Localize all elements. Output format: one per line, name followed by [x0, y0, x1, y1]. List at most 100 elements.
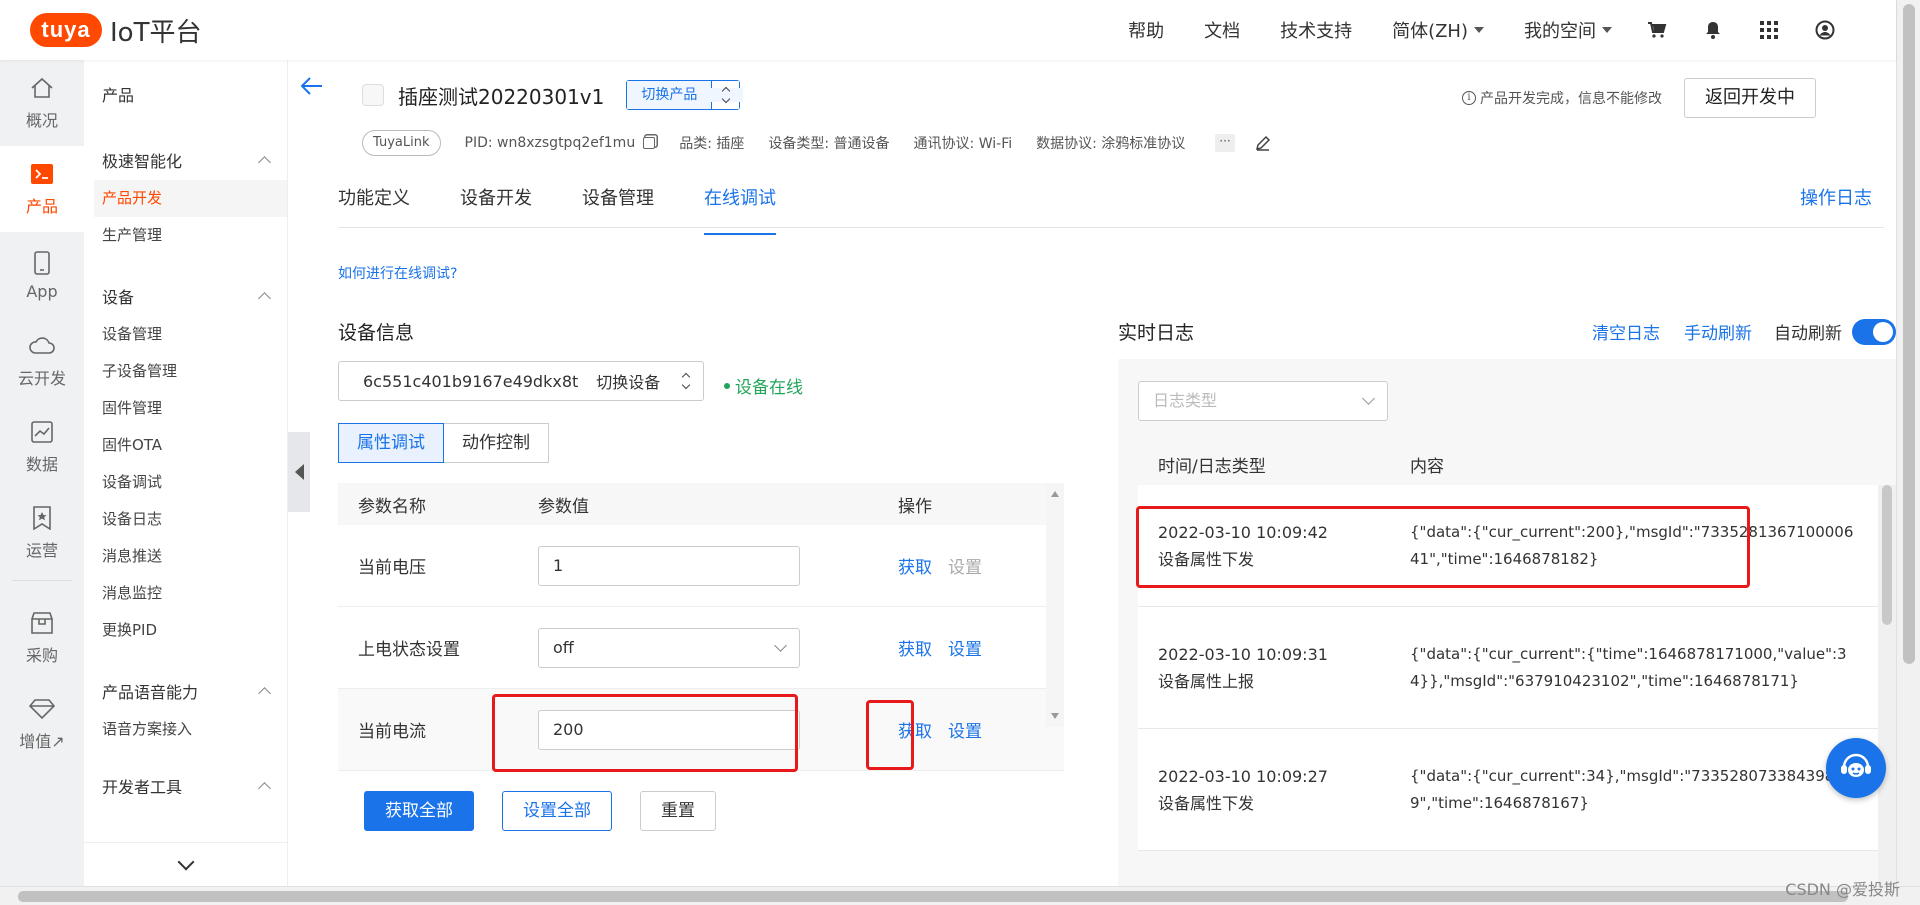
- help-link[interactable]: 如何进行在线调试?: [338, 263, 457, 283]
- rail-divider: [12, 580, 72, 581]
- header-right: i 产品开发完成，信息不能修改 返回开发中: [1462, 78, 1816, 118]
- customer-service-button[interactable]: [1826, 738, 1886, 798]
- scrollbar-thumb[interactable]: [18, 891, 1848, 902]
- sidebar-item-voice-solution[interactable]: 语音方案接入: [84, 711, 287, 748]
- shop-icon: [29, 610, 55, 636]
- set-all-button[interactable]: 设置全部: [502, 791, 612, 831]
- chevron-down-icon: [177, 853, 194, 870]
- log-table-header: 时间/日志类型 内容: [1138, 443, 1878, 485]
- back-to-dev-button[interactable]: 返回开发中: [1684, 78, 1816, 118]
- voltage-input[interactable]: 1: [538, 545, 800, 586]
- rail-item-product[interactable]: 产品: [0, 146, 84, 232]
- sidebar-item-firmware[interactable]: 固件管理: [84, 390, 287, 427]
- bell-icon[interactable]: [1702, 19, 1724, 41]
- sidebar-item-production[interactable]: 生产管理: [84, 217, 287, 254]
- rail-item-data[interactable]: 数据: [0, 404, 84, 490]
- get-all-button[interactable]: 获取全部: [364, 791, 474, 831]
- device-info-title: 设备信息: [338, 322, 415, 344]
- log-type-select[interactable]: 日志类型: [1138, 381, 1388, 421]
- more-button[interactable]: ···: [1215, 134, 1235, 152]
- param-name: 当前电压: [358, 558, 426, 578]
- sidebar-item-device-log[interactable]: 设备日志: [84, 501, 287, 538]
- clear-log-link[interactable]: 清空日志: [1592, 319, 1660, 344]
- nav-language[interactable]: 简体(ZH): [1392, 17, 1484, 43]
- tab-device-mgmt[interactable]: 设备管理: [582, 178, 654, 227]
- log-scrollbar[interactable]: [1878, 485, 1896, 905]
- product-sidebar: 产品 极速智能化 产品开发 生产管理 设备 设备管理 子设备管理 固件管理 固件…: [84, 60, 288, 886]
- apps-grid-icon[interactable]: [1758, 19, 1780, 41]
- cart-icon[interactable]: [1646, 19, 1668, 41]
- set-button[interactable]: 设置: [948, 635, 982, 660]
- sidebar-group-device[interactable]: 设备: [84, 266, 287, 316]
- chevron-up-icon: [258, 292, 271, 305]
- sidebar-group-quick[interactable]: 极速智能化: [84, 130, 287, 180]
- rail-item-value-added[interactable]: 增值↗: [0, 681, 84, 767]
- tab-online-debug[interactable]: 在线调试: [704, 178, 776, 235]
- manual-refresh-link[interactable]: 手动刷新: [1684, 319, 1752, 344]
- table-row: 当前电压 1 获取 设置: [338, 525, 1064, 607]
- sidebar-item-product-dev[interactable]: 产品开发: [94, 180, 287, 217]
- row-actions: 获取 设置: [898, 553, 1038, 578]
- sidebar-item-device-mgmt[interactable]: 设备管理: [84, 316, 287, 353]
- collapse-sidebar-toggle[interactable]: [288, 432, 310, 512]
- device-type-field: 设备类型: 普通设备: [768, 136, 890, 152]
- nav-help[interactable]: 帮助: [1128, 17, 1164, 43]
- nav-docs[interactable]: 文档: [1204, 17, 1240, 43]
- tab-property-debug[interactable]: 属性调试: [338, 423, 444, 463]
- chevron-up-icon: [258, 156, 271, 169]
- rail-item-purchase[interactable]: 采购: [0, 595, 84, 681]
- product-name: 插座测试20220301v1: [398, 84, 605, 109]
- copy-icon[interactable]: [643, 137, 656, 149]
- row-actions: 获取 设置: [898, 717, 1038, 742]
- set-button[interactable]: 设置: [948, 717, 982, 742]
- auto-refresh-toggle[interactable]: [1852, 318, 1896, 345]
- rail-item-cloud-dev[interactable]: 云开发: [0, 318, 84, 404]
- scrollbar-thumb[interactable]: [1882, 485, 1892, 625]
- nav-my-space[interactable]: 我的空间: [1524, 17, 1612, 43]
- page-vertical-scrollbar[interactable]: [1896, 0, 1920, 886]
- nav-support[interactable]: 技术支持: [1280, 17, 1352, 43]
- sidebar-item-change-pid[interactable]: 更换PID: [84, 612, 287, 649]
- sidebar-expand[interactable]: [84, 842, 287, 886]
- table-scrollbar[interactable]: [1046, 483, 1064, 727]
- power-state-select[interactable]: off: [538, 627, 800, 668]
- sidebar-item-device-debug[interactable]: 设备调试: [84, 464, 287, 501]
- chart-icon: [29, 419, 55, 445]
- device-status: 设备在线: [724, 373, 803, 398]
- comm-protocol-field: 通讯协议: Wi-Fi: [913, 136, 1013, 152]
- chevron-down-icon: [1362, 392, 1375, 405]
- page-horizontal-scrollbar[interactable]: [0, 886, 1920, 905]
- tab-function-def[interactable]: 功能定义: [338, 178, 410, 227]
- tuya-logo[interactable]: tuya: [30, 13, 102, 47]
- tab-device-dev[interactable]: 设备开发: [460, 178, 532, 227]
- tab-action-control[interactable]: 动作控制: [444, 423, 549, 463]
- reset-button[interactable]: 重置: [640, 791, 716, 831]
- rail-item-overview[interactable]: 概况: [0, 60, 84, 146]
- log-time: 2022-03-10 10:09:27: [1158, 766, 1328, 786]
- log-time: 2022-03-10 10:09:31: [1158, 644, 1328, 664]
- sidebar-item-subdevice[interactable]: 子设备管理: [84, 353, 287, 390]
- switch-product-button[interactable]: 切换产品: [626, 80, 743, 110]
- sidebar-item-message-monitor[interactable]: 消息监控: [84, 575, 287, 612]
- sidebar-item-message-push[interactable]: 消息推送: [84, 538, 287, 575]
- status-text: 设备在线: [735, 378, 803, 398]
- user-icon[interactable]: [1814, 19, 1836, 41]
- param-table-header: 参数名称 参数值 操作: [338, 483, 1064, 525]
- rail-item-operation[interactable]: 运营: [0, 490, 84, 576]
- main-content: 插座测试20220301v1 切换产品 i 产品开发完成，信息不能修改 返回开发中…: [288, 60, 1896, 905]
- info-icon: i: [1462, 91, 1476, 105]
- scrollbar-thumb[interactable]: [1903, 4, 1915, 664]
- sidebar-item-firmware-ota[interactable]: 固件OTA: [84, 427, 287, 464]
- device-select[interactable]: 6c551c401b9167e49dkx8t 切换设备: [338, 361, 704, 401]
- get-button[interactable]: 获取: [898, 553, 932, 578]
- auto-refresh-label: 自动刷新: [1774, 324, 1842, 344]
- sidebar-group-label: 设备: [102, 288, 135, 307]
- sidebar-group-voice[interactable]: 产品语音能力: [84, 661, 287, 711]
- sidebar-group-devtools[interactable]: 开发者工具: [84, 768, 287, 794]
- get-button[interactable]: 获取: [898, 635, 932, 660]
- sidebar-group-label: 开发者工具: [102, 778, 183, 794]
- edit-icon[interactable]: [1255, 135, 1271, 151]
- back-arrow-icon[interactable]: [300, 74, 324, 98]
- rail-item-app[interactable]: App: [0, 232, 84, 318]
- operation-log-link[interactable]: 操作日志: [1800, 178, 1872, 220]
